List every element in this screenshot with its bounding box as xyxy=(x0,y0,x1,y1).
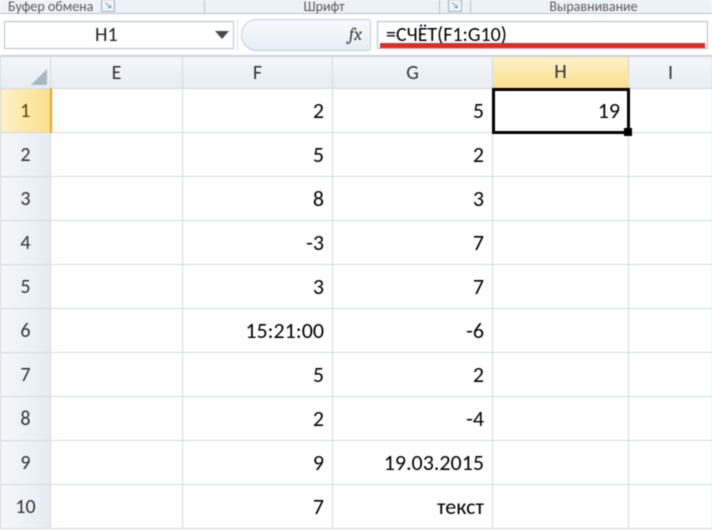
cell[interactable] xyxy=(51,133,183,177)
cell[interactable] xyxy=(629,397,712,441)
cell[interactable] xyxy=(629,221,712,265)
cell[interactable] xyxy=(51,397,183,441)
row-header[interactable]: 6 xyxy=(1,309,51,353)
cell[interactable] xyxy=(493,133,629,177)
ribbon-strip: Буфер обмена ↘ Шрифт ↘ Выравнивание xyxy=(0,0,712,14)
cell[interactable] xyxy=(493,441,629,485)
ribbon-group-font: Шрифт xyxy=(295,0,352,14)
cell[interactable]: 2 xyxy=(183,397,333,441)
spreadsheet-grid[interactable]: E F G H I 1 2 5 19 2 5 2 3 8 3 4 -3 7 5 xyxy=(0,56,712,529)
select-all-corner[interactable] xyxy=(1,57,51,89)
cell[interactable]: 3 xyxy=(183,265,333,309)
table-row: 2 5 2 xyxy=(1,133,712,177)
row-header[interactable]: 2 xyxy=(1,133,51,177)
row-header[interactable]: 9 xyxy=(1,441,51,485)
cell[interactable] xyxy=(629,353,712,397)
table-row: 7 5 2 xyxy=(1,353,712,397)
cell[interactable]: -6 xyxy=(333,309,493,353)
cell[interactable] xyxy=(629,441,712,485)
row-header[interactable]: 8 xyxy=(1,397,51,441)
cell[interactable]: 7 xyxy=(333,221,493,265)
formula-input[interactable]: =СЧЁТ(F1:G10) xyxy=(377,21,708,49)
row-header[interactable]: 5 xyxy=(1,265,51,309)
col-header-e[interactable]: E xyxy=(51,57,183,89)
name-box[interactable]: H1 xyxy=(4,21,234,49)
cell[interactable] xyxy=(629,177,712,221)
cell[interactable]: 2 xyxy=(333,353,493,397)
chevron-down-icon[interactable] xyxy=(215,31,229,39)
fx-icon: fx xyxy=(349,24,362,45)
cell[interactable] xyxy=(629,133,712,177)
ribbon-group-alignment: Выравнивание xyxy=(541,0,645,14)
table-row: 1 2 5 19 xyxy=(1,89,712,133)
cell[interactable] xyxy=(493,265,629,309)
cell[interactable] xyxy=(51,177,183,221)
cell[interactable] xyxy=(51,485,183,529)
cell[interactable] xyxy=(493,397,629,441)
col-header-f[interactable]: F xyxy=(183,57,333,89)
table-row: 4 -3 7 xyxy=(1,221,712,265)
highlight-underline xyxy=(380,43,705,48)
cell[interactable]: 8 xyxy=(183,177,333,221)
cell[interactable] xyxy=(493,177,629,221)
row-header[interactable]: 4 xyxy=(1,221,51,265)
cell[interactable]: 2 xyxy=(183,89,333,133)
ribbon-group-clipboard: Буфер обмена xyxy=(0,0,101,14)
cell[interactable] xyxy=(493,485,629,529)
cell[interactable]: 5 xyxy=(333,89,493,133)
cell[interactable]: 2 xyxy=(333,133,493,177)
cell[interactable] xyxy=(629,309,712,353)
name-box-value: H1 xyxy=(95,23,118,47)
table-row: 10 7 текст xyxy=(1,485,712,529)
cell[interactable] xyxy=(629,89,712,133)
cell[interactable] xyxy=(51,309,183,353)
formula-bar-row: H1 fx =СЧЁТ(F1:G10) xyxy=(0,14,712,56)
cell[interactable] xyxy=(51,265,183,309)
table-row: 3 8 3 xyxy=(1,177,712,221)
cell[interactable]: 15:21:00 xyxy=(183,309,333,353)
cell[interactable] xyxy=(629,485,712,529)
cell[interactable] xyxy=(493,353,629,397)
cell[interactable]: 7 xyxy=(333,265,493,309)
row-header[interactable]: 7 xyxy=(1,353,51,397)
active-cell[interactable]: 19 xyxy=(493,89,629,133)
table-row: 8 2 -4 xyxy=(1,397,712,441)
col-header-g[interactable]: G xyxy=(333,57,493,89)
cell[interactable]: -4 xyxy=(333,397,493,441)
cell[interactable] xyxy=(51,89,183,133)
cell[interactable] xyxy=(629,265,712,309)
cell[interactable] xyxy=(51,221,183,265)
row-header[interactable]: 3 xyxy=(1,177,51,221)
table-row: 5 3 7 xyxy=(1,265,712,309)
cell[interactable]: 5 xyxy=(183,353,333,397)
cell[interactable]: -3 xyxy=(183,221,333,265)
cell[interactable]: 9 xyxy=(183,441,333,485)
row-header[interactable]: 10 xyxy=(1,485,51,529)
cell[interactable]: текст xyxy=(333,485,493,529)
insert-function-button[interactable]: fx xyxy=(241,19,371,51)
col-header-i[interactable]: I xyxy=(629,57,712,89)
table-row: 6 15:21:00 -6 xyxy=(1,309,712,353)
row-header[interactable]: 1 xyxy=(1,89,51,133)
col-header-h[interactable]: H xyxy=(493,57,629,89)
cell[interactable] xyxy=(51,353,183,397)
cell[interactable]: 7 xyxy=(183,485,333,529)
cell[interactable]: 3 xyxy=(333,177,493,221)
cell[interactable] xyxy=(51,441,183,485)
cell[interactable] xyxy=(493,221,629,265)
cell[interactable]: 19.03.2015 xyxy=(333,441,493,485)
table-row: 9 9 19.03.2015 xyxy=(1,441,712,485)
cell[interactable] xyxy=(493,309,629,353)
dialog-launcher-icon[interactable]: ↘ xyxy=(101,0,115,12)
cell[interactable]: 5 xyxy=(183,133,333,177)
dialog-launcher-icon[interactable]: ↘ xyxy=(448,0,462,12)
column-headers: E F G H I xyxy=(1,57,712,89)
